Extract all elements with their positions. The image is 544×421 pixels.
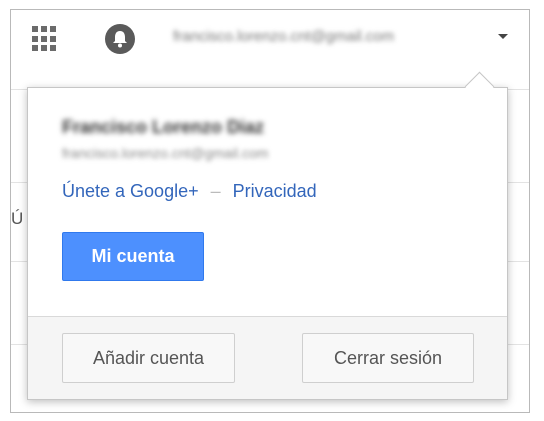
account-popup: Francisco Lorenzo Diaz francisco.lorenzo… (27, 87, 508, 400)
link-separator: – (210, 181, 221, 201)
links-row: Únete a Google+ – Privacidad (62, 181, 317, 202)
user-email: francisco.lorenzo.cnt@gmail.com (62, 145, 269, 161)
google-plus-link[interactable]: Únete a Google+ (62, 181, 199, 201)
bell-icon[interactable] (105, 24, 135, 54)
my-account-button[interactable]: Mi cuenta (62, 232, 204, 281)
privacy-link[interactable]: Privacidad (233, 181, 317, 201)
popup-footer: Añadir cuenta Cerrar sesión (28, 316, 507, 399)
background-partial-text: Ú (11, 209, 24, 228)
sign-out-button[interactable]: Cerrar sesión (302, 333, 474, 383)
user-name: Francisco Lorenzo Diaz (62, 117, 265, 137)
top-bar: francisco.lorenzo.cnt@gmail.com (11, 10, 529, 66)
add-account-button[interactable]: Añadir cuenta (62, 333, 235, 383)
apps-grid-icon[interactable] (32, 26, 58, 52)
account-email[interactable]: francisco.lorenzo.cnt@gmail.com (173, 28, 394, 45)
app-frame: francisco.lorenzo.cnt@gmail.com Ú Franci… (10, 9, 530, 413)
caret-down-icon[interactable] (498, 34, 508, 39)
